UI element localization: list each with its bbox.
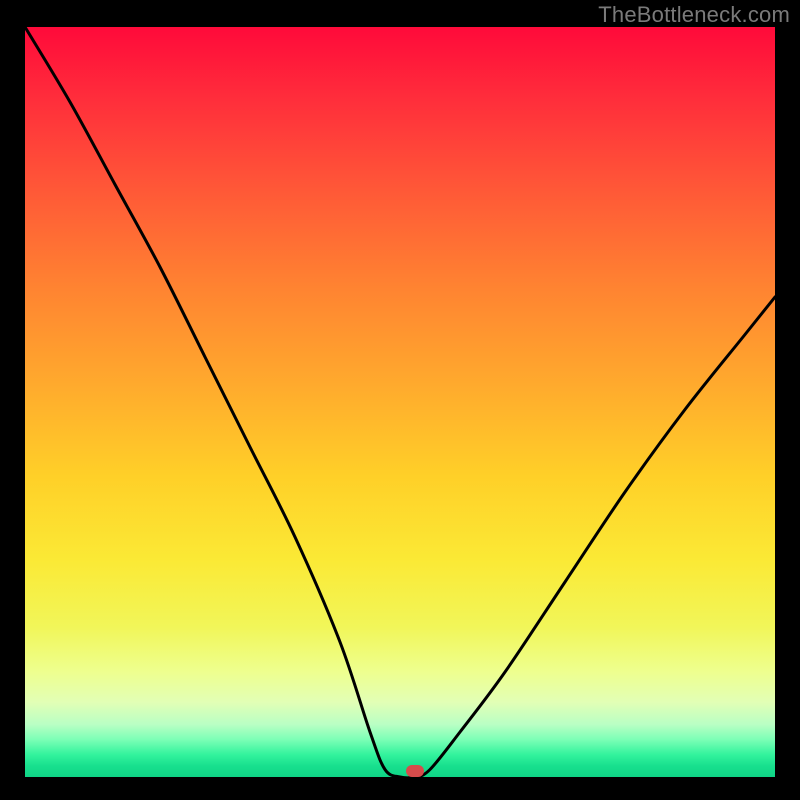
optimum-marker: [406, 765, 424, 777]
watermark-text: TheBottleneck.com: [598, 2, 790, 28]
chart-frame: TheBottleneck.com: [0, 0, 800, 800]
plot-area: [25, 27, 775, 777]
bottleneck-curve-path: [25, 27, 775, 777]
curve-svg: [25, 27, 775, 777]
